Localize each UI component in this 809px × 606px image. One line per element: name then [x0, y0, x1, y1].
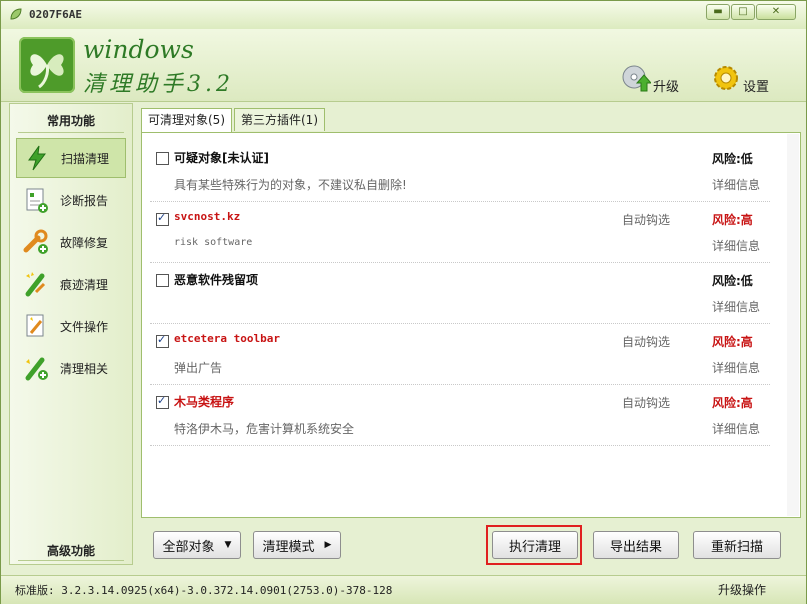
- item-description: risk software: [174, 237, 253, 248]
- app-logo: [19, 37, 75, 93]
- maximize-button[interactable]: □: [731, 4, 755, 20]
- sidebar-item-clean-related[interactable]: 清理相关: [16, 348, 126, 388]
- list-item[interactable]: etcetera toolbar 自动钩选 风险:高 弹出广告 详细信息: [150, 324, 770, 385]
- sidebar-heading-advanced[interactable]: 高级功能: [10, 542, 132, 559]
- sidebar-item-label: 痕迹清理: [60, 277, 109, 292]
- item-checkbox[interactable]: [156, 274, 169, 287]
- minimize-button[interactable]: ▬: [706, 4, 730, 20]
- title-bar: 0207F6AE ▬ □ ✕: [1, 1, 806, 29]
- tab-cleanable-objects[interactable]: 可清理对象(5): [141, 108, 232, 133]
- item-checkbox[interactable]: [156, 211, 169, 226]
- risk-level: 风险:低: [712, 274, 753, 288]
- sidebar: 常用功能 扫描清理 诊断报告 故障修复 痕迹清理 文件操作 清理相关 高级功能: [9, 103, 133, 565]
- list-item[interactable]: 恶意软件残留项 风险:低 详细信息: [150, 263, 770, 324]
- all-objects-dropdown[interactable]: 全部对象 ▼: [153, 531, 241, 559]
- gear-icon: [714, 66, 738, 90]
- version-text: 标准版: 3.2.3.14.0925(x64)-3.0.372.14.0901(…: [15, 584, 393, 597]
- risk-level: 风险:低: [712, 152, 753, 166]
- details-link[interactable]: 详细信息: [712, 176, 760, 193]
- clover-icon: [30, 54, 64, 89]
- close-button[interactable]: ✕: [756, 4, 796, 20]
- window-controls: ▬ □ ✕: [705, 4, 796, 22]
- item-description: 具有某些特殊行为的对象，不建议私自删除!: [174, 178, 407, 192]
- sidebar-item-label: 故障修复: [60, 235, 109, 250]
- item-checkbox[interactable]: [156, 333, 169, 348]
- item-name: 木马类程序: [174, 395, 235, 409]
- auto-check-label: 自动钩选: [622, 335, 671, 349]
- item-checkbox[interactable]: [156, 394, 169, 409]
- upgrade-label: 升级: [653, 79, 680, 95]
- sidebar-item-file-ops[interactable]: 文件操作: [16, 306, 126, 346]
- sidebar-item-trace-clean[interactable]: 痕迹清理: [16, 264, 126, 304]
- chevron-down-icon: ▼: [224, 540, 232, 550]
- details-link[interactable]: 详细信息: [712, 359, 760, 376]
- all-objects-label: 全部对象: [162, 539, 215, 555]
- sidebar-item-label: 扫描清理: [61, 151, 110, 166]
- sidebar-divider: [18, 560, 124, 561]
- item-name: svcnost.kz: [174, 210, 241, 223]
- risk-level: 风险:高: [712, 396, 753, 410]
- sidebar-item-diagnosis[interactable]: 诊断报告: [16, 180, 126, 220]
- upgrade-button[interactable]: 升级: [621, 61, 679, 95]
- app-window: 0207F6AE ▬ □ ✕ windows 清理助手3.2 升级 设置 常用功…: [0, 0, 807, 604]
- status-bar: 标准版: 3.2.3.14.0925(x64)-3.0.372.14.0901(…: [1, 575, 806, 604]
- results-panel: 可疑对象[未认证] 风险:低 具有某些特殊行为的对象，不建议私自删除! 详细信息…: [141, 132, 801, 518]
- report-icon: [26, 188, 48, 213]
- sidebar-heading-common: 常用功能: [46, 114, 95, 128]
- item-name: 可疑对象[未认证]: [174, 151, 269, 165]
- list-item[interactable]: 木马类程序 自动钩选 风险:高 特洛伊木马，危害计算机系统安全 详细信息: [150, 385, 770, 446]
- leaf-icon: [10, 8, 22, 20]
- sidebar-divider: [18, 132, 124, 133]
- tab-bar: 可清理对象(5) 第三方插件(1): [141, 108, 327, 133]
- sidebar-item-label: 诊断报告: [60, 193, 109, 208]
- settings-button[interactable]: 设置: [711, 61, 769, 95]
- clean-icon: [25, 357, 48, 381]
- chevron-right-icon: ▶: [324, 540, 332, 550]
- app-header: windows 清理助手3.2 升级 设置: [1, 29, 806, 102]
- item-name: etcetera toolbar: [174, 332, 280, 345]
- clean-mode-dropdown[interactable]: 清理模式 ▶: [253, 531, 341, 559]
- rescan-button[interactable]: 重新扫描: [693, 531, 781, 559]
- auto-check-label: 自动钩选: [622, 213, 671, 227]
- status-right-text: 升级操作: [717, 583, 766, 597]
- wrench-icon: [23, 229, 48, 254]
- list-item[interactable]: svcnost.kz 自动钩选 风险:高 risk software 详细信息: [150, 202, 770, 263]
- list-scrollbar[interactable]: [787, 134, 799, 516]
- brand-subtitle: 清理助手3.2: [83, 72, 234, 97]
- details-link[interactable]: 详细信息: [712, 420, 760, 437]
- auto-check-label: 自动钩选: [622, 396, 671, 410]
- risk-level: 风险:高: [712, 335, 753, 349]
- brush-icon: [25, 272, 46, 297]
- details-link[interactable]: 详细信息: [712, 298, 760, 315]
- item-checkbox[interactable]: [156, 152, 169, 165]
- settings-label: 设置: [743, 79, 770, 95]
- list-item[interactable]: 可疑对象[未认证] 风险:低 具有某些特殊行为的对象，不建议私自删除! 详细信息: [150, 141, 770, 202]
- execute-clean-button[interactable]: 执行清理: [492, 531, 578, 559]
- item-description: 弹出广告: [174, 361, 223, 375]
- sidebar-item-repair[interactable]: 故障修复: [16, 222, 126, 262]
- sidebar-item-scan-clean[interactable]: 扫描清理: [16, 138, 126, 178]
- sidebar-item-label: 文件操作: [60, 319, 109, 334]
- tab-third-party-plugins[interactable]: 第三方插件(1): [234, 108, 325, 131]
- lightning-icon: [28, 145, 46, 171]
- risk-level: 风险:高: [712, 213, 753, 227]
- file-icon: [26, 314, 44, 337]
- brand-title: windows: [83, 35, 194, 64]
- item-name: 恶意软件残留项: [174, 273, 259, 287]
- sidebar-item-label: 清理相关: [60, 361, 109, 376]
- item-description: 特洛伊木马，危害计算机系统安全: [174, 422, 355, 436]
- window-title: 0207F6AE: [29, 8, 82, 21]
- upgrade-icon: [622, 65, 651, 92]
- details-link[interactable]: 详细信息: [712, 237, 760, 254]
- export-results-button[interactable]: 导出结果: [593, 531, 679, 559]
- results-list: 可疑对象[未认证] 风险:低 具有某些特殊行为的对象，不建议私自删除! 详细信息…: [150, 141, 770, 511]
- clean-mode-label: 清理模式: [262, 539, 315, 555]
